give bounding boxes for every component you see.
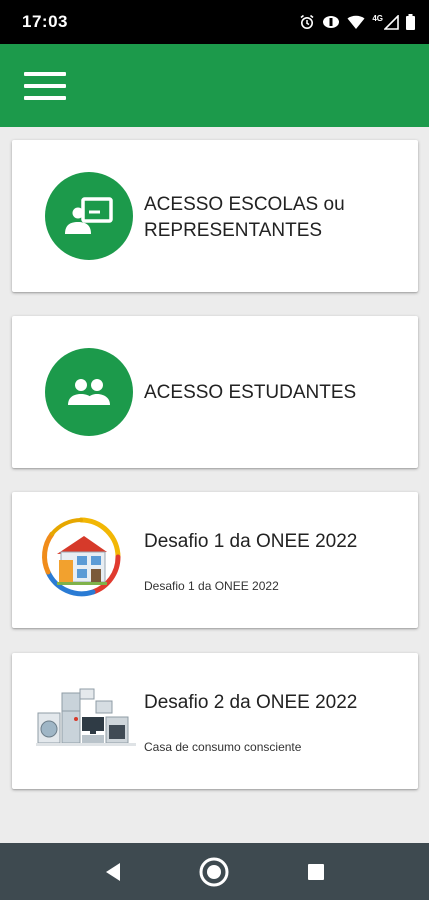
card-subtitle: Casa de consumo consciente: [144, 740, 302, 754]
menu-line: [24, 84, 66, 88]
card-title: Desafio 2 da ONEE 2022: [144, 692, 358, 713]
appliances-image: [36, 687, 136, 756]
card-students-access[interactable]: ACESSO ESTUDANTES: [12, 316, 418, 468]
menu-line: [24, 96, 66, 100]
status-icons: 4G: [299, 12, 415, 32]
status-time: 17:03: [22, 12, 68, 31]
students-group-icon: [45, 348, 133, 436]
card-title: ACESSO ESTUDANTES: [144, 382, 357, 403]
card-challenge-1[interactable]: Desafio 1 da ONEE 2022 Desafio 1 da ONEE…: [12, 492, 418, 628]
card-title: Desafio 1 da ONEE 2022: [144, 531, 358, 552]
network-label: 4G: [372, 13, 383, 23]
recents-icon[interactable]: [299, 855, 333, 889]
home-icon[interactable]: [197, 855, 231, 889]
card-subtitle: Desafio 1 da ONEE 2022: [144, 579, 279, 593]
data-saver-icon: [322, 14, 340, 30]
card-schools-access[interactable]: ACESSO ESCOLAS ou REPRESENTANTES: [12, 140, 418, 292]
card-challenge-2[interactable]: Desafio 2 da ONEE 2022 Casa de consumo c…: [12, 653, 418, 789]
wifi-icon: [347, 14, 365, 30]
back-icon[interactable]: [96, 855, 130, 889]
alarm-icon: [299, 14, 315, 30]
house-energy-image: [39, 514, 123, 609]
card-title: ACESSO ESCOLAS ou REPRESENTANTES: [144, 194, 345, 241]
status-bar: 17:03 4G: [0, 0, 429, 44]
signal-icon: [384, 14, 399, 30]
teacher-board-icon: [45, 172, 133, 260]
hamburger-menu-icon[interactable]: [24, 72, 66, 102]
app-bar: [0, 44, 429, 127]
menu-line: [24, 72, 66, 76]
battery-icon: [406, 14, 415, 30]
system-nav-bar: [0, 843, 429, 900]
